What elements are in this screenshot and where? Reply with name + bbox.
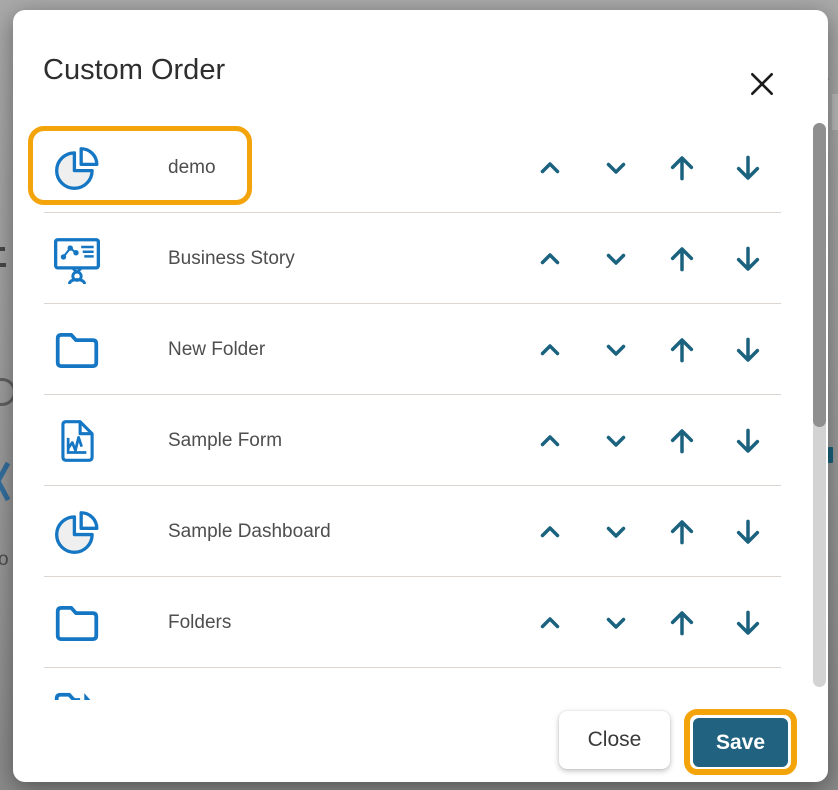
move-down-button[interactable] — [598, 423, 634, 459]
move-up-button[interactable] — [532, 514, 568, 550]
move-to-bottom-button[interactable] — [730, 605, 766, 641]
background-mark — [828, 447, 833, 463]
move-to-bottom-button[interactable] — [730, 514, 766, 550]
move-down-button[interactable] — [598, 150, 634, 186]
background-patch — [832, 94, 838, 130]
move-to-top-button[interactable] — [664, 332, 700, 368]
move-to-bottom-button[interactable] — [730, 423, 766, 459]
move-down-button[interactable] — [598, 241, 634, 277]
business-story-icon — [52, 234, 102, 284]
arrow-down-icon — [733, 517, 763, 547]
list-item-label: demo — [168, 156, 216, 178]
list-item-label: Sample Form — [168, 429, 283, 451]
row-controls — [532, 605, 766, 641]
chevron-down-icon — [603, 610, 629, 636]
chevron-up-icon — [537, 610, 563, 636]
arrow-down-icon — [733, 608, 763, 638]
move-to-top-button[interactable] — [664, 150, 700, 186]
row-controls — [532, 423, 766, 459]
folder-icon — [52, 325, 102, 375]
folder-icon — [52, 598, 102, 648]
arrow-up-icon — [667, 517, 697, 547]
list-item: Folders — [13, 577, 828, 668]
row-controls — [532, 332, 766, 368]
move-down-button[interactable] — [598, 332, 634, 368]
close-x-button[interactable] — [740, 62, 784, 106]
arrow-down-icon — [733, 335, 763, 365]
pie-chart-icon — [52, 507, 102, 557]
row-controls — [532, 241, 766, 277]
background-mark — [0, 263, 6, 267]
arrow-up-icon — [667, 335, 697, 365]
chevron-up-icon — [537, 428, 563, 454]
chevron-up-icon — [537, 246, 563, 272]
arrow-up-icon — [667, 699, 697, 701]
chevron-up-icon — [537, 155, 563, 181]
list-item: New Folder — [13, 304, 828, 395]
chevron-up-icon — [537, 519, 563, 545]
move-down-button[interactable] — [598, 696, 634, 701]
move-up-button[interactable] — [532, 150, 568, 186]
arrow-down-icon — [733, 244, 763, 274]
close-button[interactable]: Close — [559, 711, 670, 769]
list-item: Business Story — [13, 213, 828, 304]
custom-order-modal: Custom Order demo Business Story New Fol… — [13, 10, 828, 782]
pie-chart-icon — [52, 143, 102, 193]
list-scrollbar-thumb[interactable] — [813, 123, 826, 427]
list-item — [13, 668, 828, 700]
row-controls — [532, 514, 766, 550]
arrow-down-icon — [733, 153, 763, 183]
move-to-top-button[interactable] — [664, 696, 700, 701]
arrow-up-icon — [667, 244, 697, 274]
arrow-down-icon — [733, 699, 763, 701]
chevron-down-icon — [603, 337, 629, 363]
move-to-bottom-button[interactable] — [730, 696, 766, 701]
list-item: demo — [13, 122, 828, 213]
list-item-label: Business Story — [168, 247, 295, 269]
chevron-down-icon — [603, 519, 629, 545]
arrow-up-icon — [667, 153, 697, 183]
modal-title: Custom Order — [43, 54, 226, 86]
move-to-bottom-button[interactable] — [730, 332, 766, 368]
move-up-button[interactable] — [532, 241, 568, 277]
background-mark — [0, 247, 5, 251]
background-chevron-icon — [0, 461, 10, 502]
move-up-button[interactable] — [532, 423, 568, 459]
move-up-button[interactable] — [532, 332, 568, 368]
row-controls — [532, 150, 766, 186]
list-item-label: Folders — [168, 611, 232, 633]
chevron-down-icon — [603, 155, 629, 181]
custom-order-list: demo Business Story New Folder Sample Fo… — [13, 122, 828, 700]
list-item: Sample Dashboard — [13, 486, 828, 577]
row-controls — [532, 696, 766, 701]
move-up-button[interactable] — [532, 605, 568, 641]
form-icon — [52, 416, 102, 466]
move-to-bottom-button[interactable] — [730, 150, 766, 186]
arrow-down-icon — [733, 426, 763, 456]
list-scrollbar[interactable] — [813, 123, 826, 687]
folder-chart-icon — [52, 689, 102, 701]
move-down-button[interactable] — [598, 605, 634, 641]
chevron-down-icon — [603, 246, 629, 272]
list-item-label: Sample Dashboard — [168, 520, 331, 542]
arrow-up-icon — [667, 608, 697, 638]
move-to-top-button[interactable] — [664, 423, 700, 459]
move-up-button[interactable] — [532, 696, 568, 701]
chevron-up-icon — [537, 337, 563, 363]
save-button[interactable]: Save — [693, 718, 788, 767]
list-item-label: New Folder — [168, 338, 266, 360]
arrow-up-icon — [667, 426, 697, 456]
chevron-down-icon — [603, 428, 629, 454]
move-to-bottom-button[interactable] — [730, 241, 766, 277]
move-down-button[interactable] — [598, 514, 634, 550]
move-to-top-button[interactable] — [664, 514, 700, 550]
move-to-top-button[interactable] — [664, 605, 700, 641]
background-text-fragment: o — [0, 549, 9, 570]
x-icon — [748, 70, 776, 98]
list-item: Sample Form — [13, 395, 828, 486]
move-to-top-button[interactable] — [664, 241, 700, 277]
